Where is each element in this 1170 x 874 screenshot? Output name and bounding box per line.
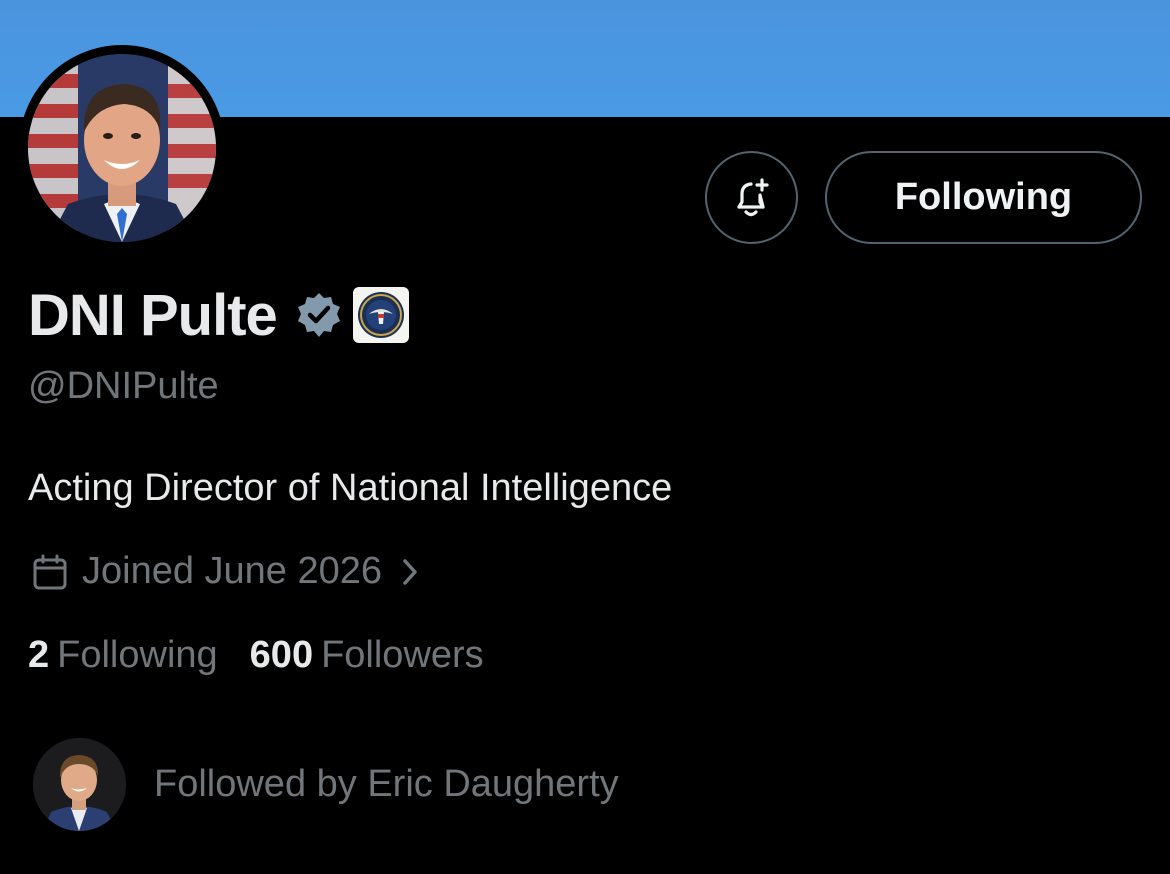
notify-button[interactable] — [705, 151, 798, 244]
followers-stat[interactable]: 600 Followers — [250, 634, 484, 677]
calendar-icon — [30, 552, 70, 592]
bell-plus-icon — [729, 175, 775, 221]
avatar-photo — [28, 54, 216, 242]
profile-avatar[interactable] — [19, 45, 225, 251]
follow-stats: 2 Following 600 Followers — [28, 634, 484, 677]
followers-count: 600 — [249, 634, 314, 676]
joined-date-row[interactable]: Joined June 2026 — [30, 550, 420, 593]
following-button[interactable]: Following — [825, 151, 1142, 244]
verified-check-icon[interactable] — [295, 291, 343, 339]
following-count: 2 — [28, 634, 50, 676]
followed-by-text: Followed by Eric Daugherty — [154, 763, 619, 805]
profile-handle: @DNIPulte — [28, 365, 219, 407]
following-stat[interactable]: 2 Following — [28, 634, 218, 677]
followers-label: Followers — [321, 634, 484, 676]
name-row: DNI Pulte — [28, 282, 409, 348]
seal-badge-icon[interactable] — [352, 287, 409, 343]
chevron-right-icon — [400, 556, 420, 588]
follower-avatar[interactable] — [33, 738, 126, 831]
profile-bio: Acting Director of National Intelligence — [28, 467, 673, 509]
following-label: Following — [57, 634, 218, 676]
joined-date: Joined June 2026 — [82, 550, 383, 592]
display-name: DNI Pulte — [28, 282, 278, 348]
followed-by-row[interactable]: Followed by Eric Daugherty — [33, 738, 619, 831]
